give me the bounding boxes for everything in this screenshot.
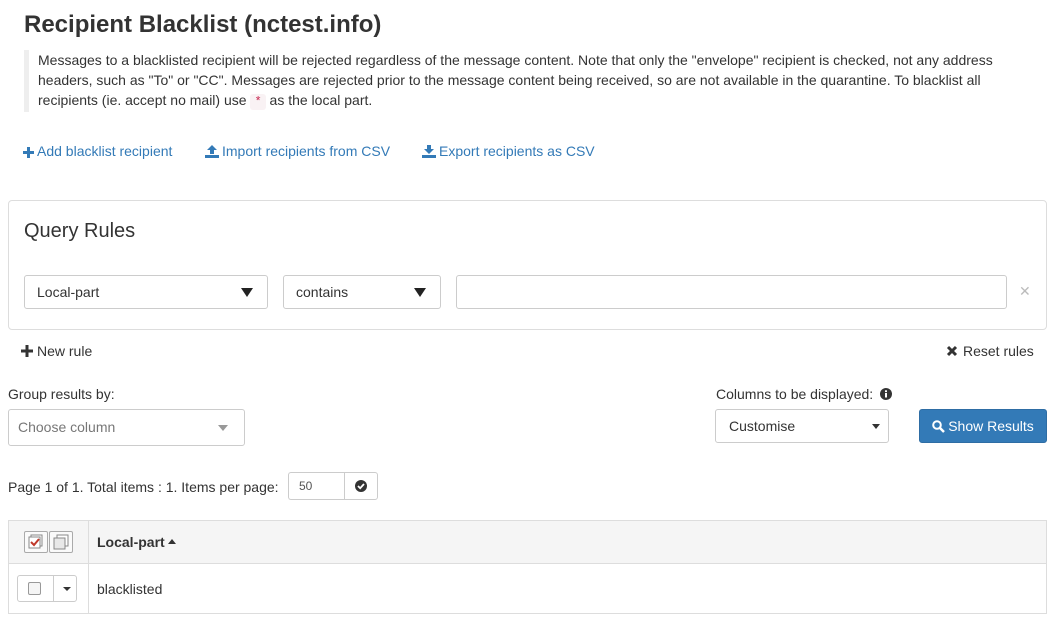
description-text-1: Messages to a blacklisted recipient will… — [38, 52, 993, 108]
column-divider — [88, 520, 89, 614]
toggle-selection-button[interactable] — [49, 531, 73, 553]
group-column-placeholder: Choose column — [18, 419, 116, 435]
search-icon — [932, 420, 946, 433]
reset-rules-button[interactable]: Reset rules — [946, 343, 1034, 359]
checkbox-checked-icon — [28, 534, 43, 549]
plus-icon — [21, 345, 33, 357]
export-csv-link[interactable]: Export recipients as CSV — [422, 142, 595, 160]
row-select-control[interactable] — [17, 575, 77, 602]
rule-operator-select[interactable]: contains — [283, 275, 441, 309]
apply-per-page-button[interactable] — [344, 472, 378, 500]
reset-rules-label: Reset rules — [963, 343, 1034, 359]
download-icon — [422, 145, 436, 158]
row-checkbox[interactable] — [28, 582, 41, 595]
x-icon — [946, 345, 958, 357]
rule-value-input[interactable] — [456, 275, 1007, 309]
add-link-label: Add blacklist recipient — [37, 143, 173, 159]
rule-field-select[interactable]: Local-part — [24, 275, 268, 309]
group-column-select[interactable]: Choose column — [8, 409, 245, 446]
pagination-info: Page 1 of 1. Total items : 1. Items per … — [8, 479, 279, 495]
sort-ascending-icon — [167, 539, 176, 544]
chevron-down-icon[interactable] — [63, 587, 71, 591]
upload-icon — [205, 145, 219, 158]
page-description: Messages to a blacklisted recipient will… — [24, 50, 1024, 112]
rule-field-value: Local-part — [37, 284, 100, 300]
plus-icon — [23, 147, 34, 158]
import-link-label: Import recipients from CSV — [222, 143, 391, 159]
chevron-down-icon — [241, 288, 253, 297]
page-title: Recipient Blacklist (nctest.info) — [24, 11, 382, 38]
cell-local-part: blacklisted — [97, 581, 163, 597]
group-results-label: Group results by: — [8, 386, 115, 402]
row-select-divider — [53, 576, 54, 601]
new-rule-button[interactable]: New rule — [21, 343, 92, 359]
chevron-down-icon — [414, 288, 426, 297]
columns-displayed-label: Columns to be displayed: — [716, 386, 893, 402]
close-icon[interactable]: ✕ — [1019, 283, 1031, 300]
chevron-down-icon — [872, 424, 880, 429]
columns-displayed-text: Columns to be displayed: — [716, 386, 874, 402]
column-header-local-part[interactable]: Local-part — [97, 534, 176, 550]
import-csv-link[interactable]: Import recipients from CSV — [205, 142, 390, 160]
columns-select[interactable]: Customise — [715, 409, 889, 443]
wildcard-code: * — [250, 94, 266, 110]
columns-select-value: Customise — [729, 418, 796, 434]
show-results-button[interactable]: Show Results — [919, 409, 1047, 443]
export-link-label: Export recipients as CSV — [439, 143, 595, 159]
query-rules-title: Query Rules — [24, 220, 136, 242]
query-rules-panel: Query Rules Local-part contains ✕ — [8, 200, 1047, 330]
check-circle-icon — [355, 480, 367, 492]
show-results-label: Show Results — [948, 418, 1034, 434]
select-all-button[interactable] — [24, 531, 48, 553]
items-per-page-input[interactable]: 50 — [288, 472, 345, 500]
add-blacklist-recipient-link[interactable]: Add blacklist recipient — [23, 142, 172, 160]
rule-operator-value: contains — [296, 284, 349, 300]
table-row[interactable] — [8, 563, 1047, 614]
description-text-2: as the local part. — [265, 92, 373, 108]
column-header-label: Local-part — [97, 534, 165, 550]
checkbox-multiple-icon — [53, 534, 69, 550]
info-icon[interactable] — [880, 388, 893, 400]
chevron-down-icon — [218, 425, 228, 431]
new-rule-label: New rule — [37, 343, 93, 359]
